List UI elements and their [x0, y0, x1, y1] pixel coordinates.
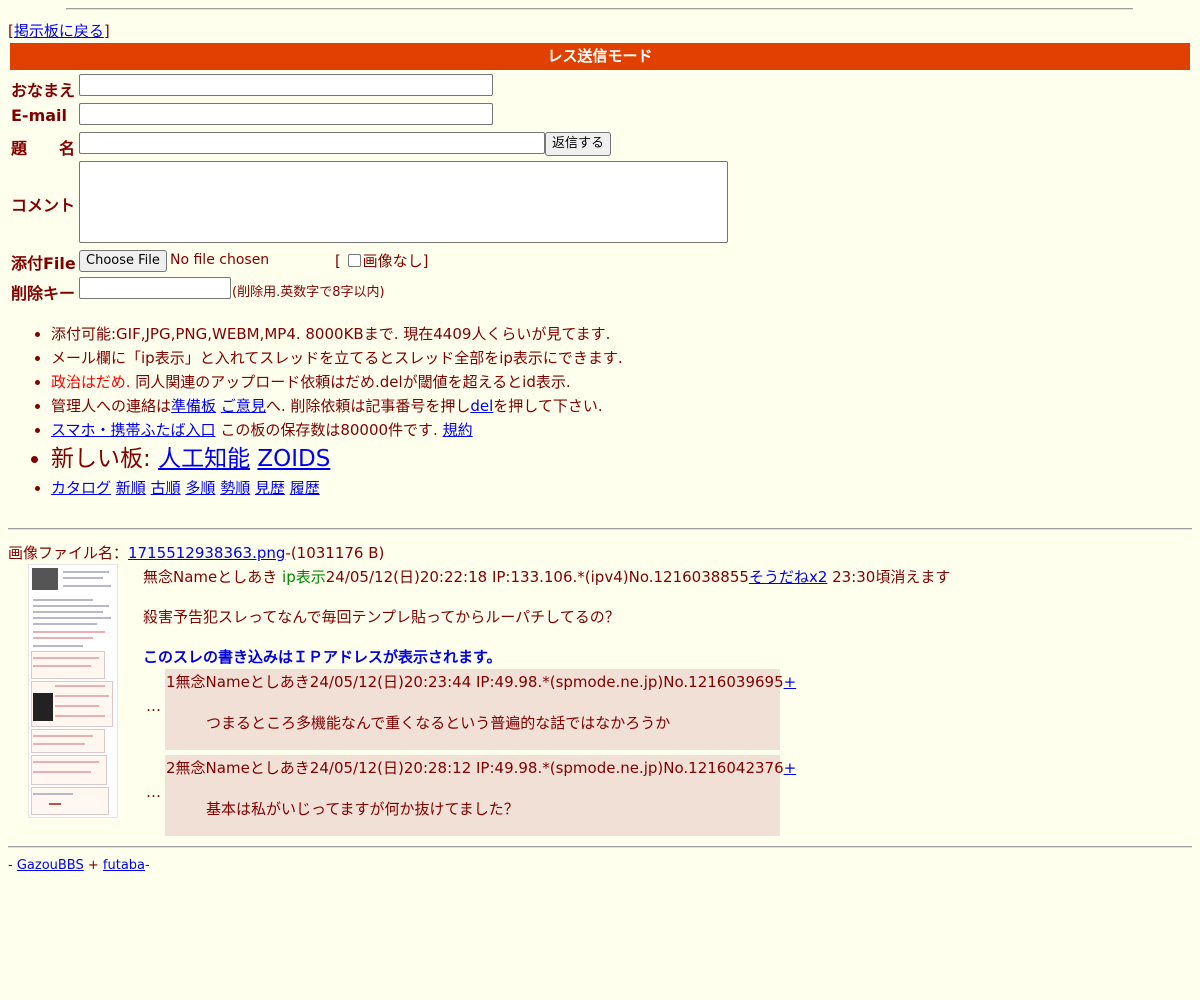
op-expire: 23:30頃消えます: [827, 568, 951, 586]
note-mobile: スマホ・携帯ふたば入口 この板の保存数は80000件です. 規約: [51, 418, 951, 442]
file-label: 添付File: [11, 254, 76, 273]
delete-key-label: 削除キー: [11, 284, 76, 303]
op-body: 殺害予告犯スレってなんで毎回テンプレ貼ってからルーパチしてるの？: [143, 608, 620, 626]
prep-board-link[interactable]: 準備板: [171, 397, 216, 415]
feedback-link[interactable]: ご意見: [221, 397, 266, 415]
reply-1-plus-link[interactable]: +: [784, 673, 797, 691]
sort-many-link[interactable]: 多順: [185, 479, 215, 497]
delete-key-hint: (削除用.英数字で8字以内): [232, 285, 385, 300]
note-upload-limits: 添付可能:GIF,JPG,PNG,WEBM,MP4. 8000KBまで. 現在4…: [51, 322, 951, 346]
reply-2-body: 基本は私がいじってますが何か抜けてました？: [206, 800, 519, 818]
note-rules: 政治はだめ. 同人関連のアップロード依頼はだめ.delが閾値を超えるとid表示.: [51, 370, 951, 394]
name-input[interactable]: [79, 74, 493, 96]
reply-1-body: つまるところ多機能なんで重くなるという普遍的な話ではなかろうか: [206, 714, 671, 732]
note-ip-display: メール欄に「ip表示」と入れてスレッドを立てるとスレッド全部をip表示にできます…: [51, 346, 951, 370]
footer: - GazouBBS + futaba-: [8, 858, 150, 873]
choose-file-button[interactable]: Choose File: [79, 250, 167, 272]
del-link[interactable]: del: [470, 397, 493, 415]
submit-reply-button[interactable]: 返信する: [545, 132, 612, 156]
image-file-link[interactable]: 1715512938363.png: [128, 544, 285, 562]
new-board-zoids-link[interactable]: ZOIDS: [257, 446, 330, 472]
file-status: No file chosen: [170, 252, 270, 268]
back-link-wrap: [掲示板に戻る]: [8, 22, 110, 40]
file-info: 画像ファイル名：1715512938363.png-(1031176 B): [8, 544, 385, 562]
subject-label: 題 名: [11, 139, 76, 158]
gazoubbs-link[interactable]: GazouBBS: [17, 858, 84, 873]
no-image-option: [ 画像なし]: [335, 252, 429, 270]
new-board-ai-link[interactable]: 人工知能: [158, 446, 250, 472]
thread-image-thumbnail[interactable]: [28, 564, 118, 818]
page: [掲示板に戻る] レス送信モード おなまえ E-mail 題 名 返信する コメ…: [0, 0, 1200, 1000]
mobile-entrance-link[interactable]: スマホ・携帯ふたば入口: [51, 421, 216, 439]
reply-2-plus-link[interactable]: +: [784, 759, 797, 777]
futaba-link[interactable]: futaba: [103, 858, 145, 873]
note-sort-links: カタログ 新順 古順 多順 勢順 見歴 履歴: [51, 476, 951, 500]
thread-divider: [8, 528, 1192, 530]
view-history-link[interactable]: 見歴: [255, 479, 285, 497]
no-image-label: 画像なし: [362, 252, 423, 270]
email-label: E-mail: [11, 106, 68, 125]
reply-mode-header: レス送信モード: [10, 43, 1190, 70]
comment-textarea[interactable]: [79, 161, 728, 243]
op-ip-tag: ip表示: [282, 568, 326, 586]
sodane-link[interactable]: そうだねx2: [749, 568, 827, 586]
op-name: 無念Nameとしあき: [143, 568, 278, 586]
sort-momentum-link[interactable]: 勢順: [220, 479, 250, 497]
bottom-divider: [8, 846, 1192, 848]
reply-1-dots: …: [146, 697, 161, 715]
reply-1: 1無念Nameとしあき24/05/12(日)20:23:44 IP:49.98.…: [165, 669, 796, 750]
email-input[interactable]: [79, 103, 493, 125]
note-new-boards: 新しい板: 人工知能 ZOIDS: [51, 442, 951, 476]
ip-display-notice: このスレの書き込みはＩＰアドレスが表示されます。: [143, 648, 502, 666]
top-divider: [66, 8, 1133, 10]
op-header: 無念Nameとしあき ip表示24/05/12(日)20:22:18 IP:13…: [143, 566, 950, 587]
sort-old-link[interactable]: 古順: [151, 479, 181, 497]
terms-link[interactable]: 規約: [443, 421, 473, 439]
note-contact: 管理人への連絡は準備板 ご意見へ. 削除依頼は記事番号を押しdelを押して下さい…: [51, 394, 951, 418]
catalog-link[interactable]: カタログ: [51, 479, 111, 497]
reply-2: 2無念Nameとしあき24/05/12(日)20:28:12 IP:49.98.…: [165, 755, 796, 836]
reply-2-header: 2無念Nameとしあき24/05/12(日)20:28:12 IP:49.98.…: [166, 759, 797, 777]
post-history-link[interactable]: 履歴: [290, 479, 320, 497]
reply-2-dots: …: [146, 783, 161, 801]
no-image-checkbox[interactable]: [347, 254, 361, 267]
subject-input[interactable]: [79, 132, 545, 154]
comment-label: コメント: [11, 196, 76, 215]
delete-key-input[interactable]: [79, 277, 231, 299]
back-to-board-link[interactable]: 掲示板に戻る: [14, 22, 104, 40]
board-notes: 添付可能:GIF,JPG,PNG,WEBM,MP4. 8000KBまで. 現在4…: [27, 322, 951, 500]
sort-new-link[interactable]: 新順: [116, 479, 146, 497]
op-meta: 24/05/12(日)20:22:18 IP:133.106.*(ipv4)No…: [325, 568, 749, 586]
name-label: おなまえ: [11, 81, 76, 100]
reply-1-header: 1無念Nameとしあき24/05/12(日)20:23:44 IP:49.98.…: [166, 673, 797, 691]
